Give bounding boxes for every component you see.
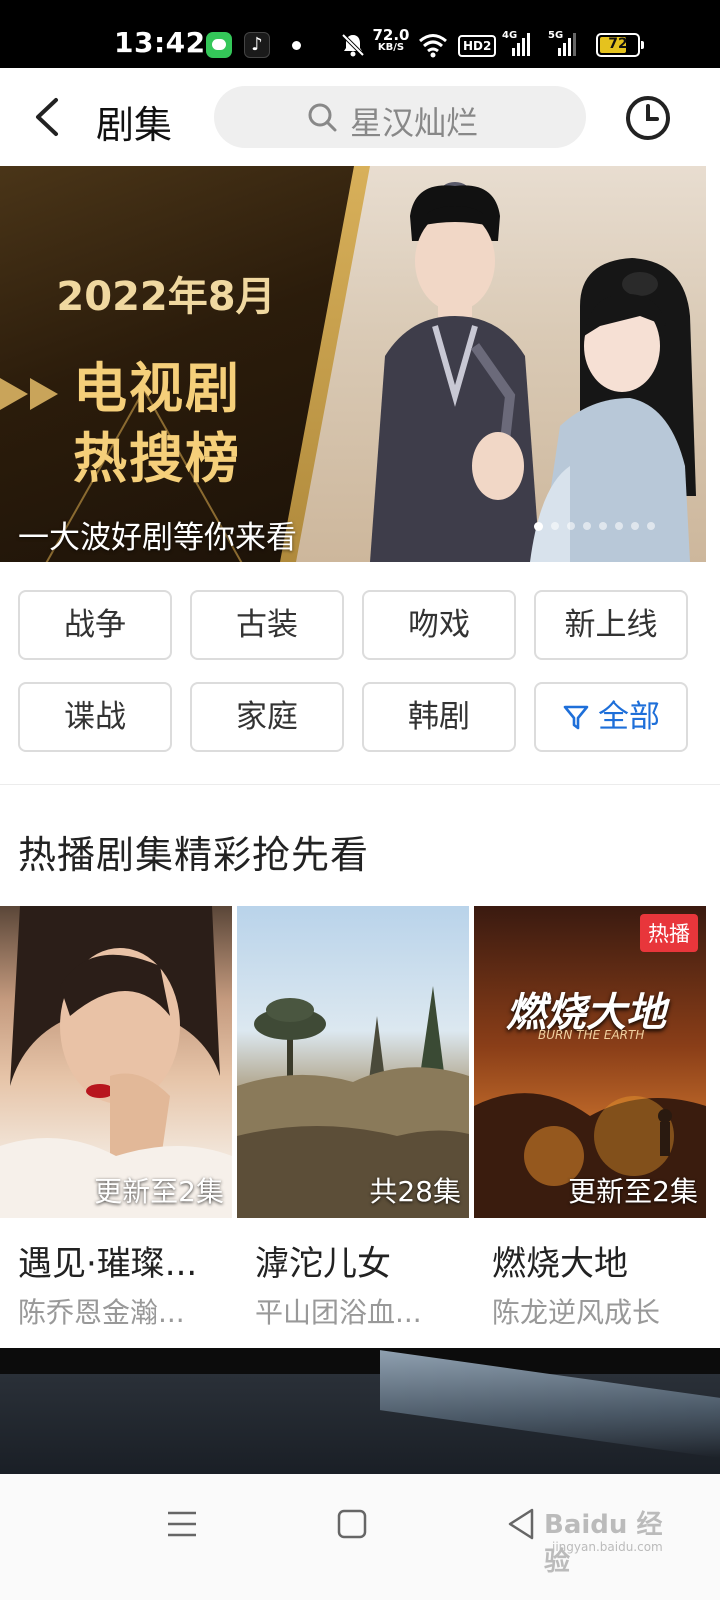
history-clock-icon[interactable] [624,94,672,142]
banner-actors-illustration [370,182,696,562]
category-all-button[interactable]: 全部 [534,682,688,752]
banner-headline-line1: 电视剧 [73,357,241,420]
category-korean-drama-button[interactable]: 韩剧 [362,682,516,752]
home-icon[interactable] [332,1504,372,1544]
episode-count: 更新至2集 [94,1175,224,1208]
next-section-teaser[interactable] [0,1348,720,1474]
category-family-button[interactable]: 家庭 [190,682,344,752]
menu-icon[interactable] [162,1504,202,1544]
section-title: 热播剧集精彩抢先看 [18,833,370,877]
filter-icon [563,705,589,730]
network-speed: 72.0 KB/S [372,28,410,53]
carousel-indicator [534,522,655,531]
system-navigation-bar: Baidu 经验 jingyan.baidu.com [0,1474,720,1600]
banner-headline-line2: 热搜榜 [73,427,241,490]
banner-caption: 一大波好剧等你来看 [18,520,297,556]
drama-subtitle: 陈龙逆风成长 [492,1296,661,1329]
carousel-dot [615,522,623,530]
category-new-releases-button[interactable]: 新上线 [534,590,688,660]
drama-poster: 共28集 [237,906,469,1218]
status-time: 13:42 [114,26,206,59]
messages-app-icon [206,32,232,58]
drama-card[interactable]: 更新至2集 遇见·璀璨... 陈乔恩金瀚... [0,906,232,1331]
promo-banner[interactable]: 2022年8月 电视剧 热搜榜 一大波好剧等你来看 [0,166,706,562]
drama-title: 遇见·璀璨... [18,1244,198,1284]
drama-poster: 燃烧大地 BURN THE EARTH 热播 更新至2集 [474,906,706,1218]
hd-voice-badge: HD2 [458,35,497,57]
tiktok-app-icon: ♪ [244,32,270,58]
carousel-dot [583,522,591,530]
hot-badge: 热播 [640,914,698,952]
status-bar: 13:42 ♪ 72.0 KB/S HD2 4G 5G 72 [0,0,720,68]
signal-5g-icon: 5G [548,30,584,58]
banner-date: 2022年8月 [56,274,276,320]
section-divider [0,784,720,785]
battery-icon: 72 [596,33,644,57]
notification-dot-icon [292,41,301,50]
category-espionage-button[interactable]: 谍战 [18,682,172,752]
watermark-url: jingyan.baidu.com [552,1540,663,1554]
drama-card[interactable]: 燃烧大地 BURN THE EARTH 热播 更新至2集 燃烧大地 陈龙逆风成长 [474,906,706,1331]
signal-4g-icon: 4G [502,30,538,58]
carousel-dot [534,522,543,531]
episode-count: 更新至2集 [568,1175,698,1208]
episode-count: 共28集 [369,1175,461,1208]
drama-subtitle: 陈乔恩金瀚... [18,1296,185,1329]
battery-percent: 72 [608,36,628,52]
mute-bell-icon [341,33,365,57]
back-arrow-icon[interactable] [26,92,70,142]
search-input[interactable]: 星汉灿烂 [214,86,586,148]
drama-poster: 更新至2集 [0,906,232,1218]
search-placeholder: 星汉灿烂 [350,104,479,142]
category-all-label: 全部 [598,699,660,735]
speed-unit: KB/S [377,42,405,53]
top-bar: 剧集 星汉灿烂 [0,68,720,166]
carousel-dot [551,522,559,530]
back-triangle-icon[interactable] [502,1504,542,1544]
carousel-dot [567,522,575,530]
category-costume-button[interactable]: 古装 [190,590,344,660]
category-kiss-scenes-button[interactable]: 吻戏 [362,590,516,660]
carousel-dot [599,522,607,530]
speed-value: 72.0 [372,26,410,44]
poster-english-title: BURN THE EARTH [538,1028,645,1042]
drama-card[interactable]: 共28集 滹沱儿女 平山团浴血... [237,906,469,1331]
baidu-watermark: Baidu 经验 jingyan.baidu.com [540,1496,670,1577]
drama-title: 滹沱儿女 [255,1244,391,1284]
search-icon [308,103,337,132]
category-war-button[interactable]: 战争 [18,590,172,660]
drama-subtitle: 平山团浴血... [255,1296,422,1329]
carousel-dot [631,522,639,530]
drama-title: 燃烧大地 [492,1244,628,1284]
page-title: 剧集 [96,103,173,147]
carousel-dot [647,522,655,530]
wifi-icon [419,34,447,58]
